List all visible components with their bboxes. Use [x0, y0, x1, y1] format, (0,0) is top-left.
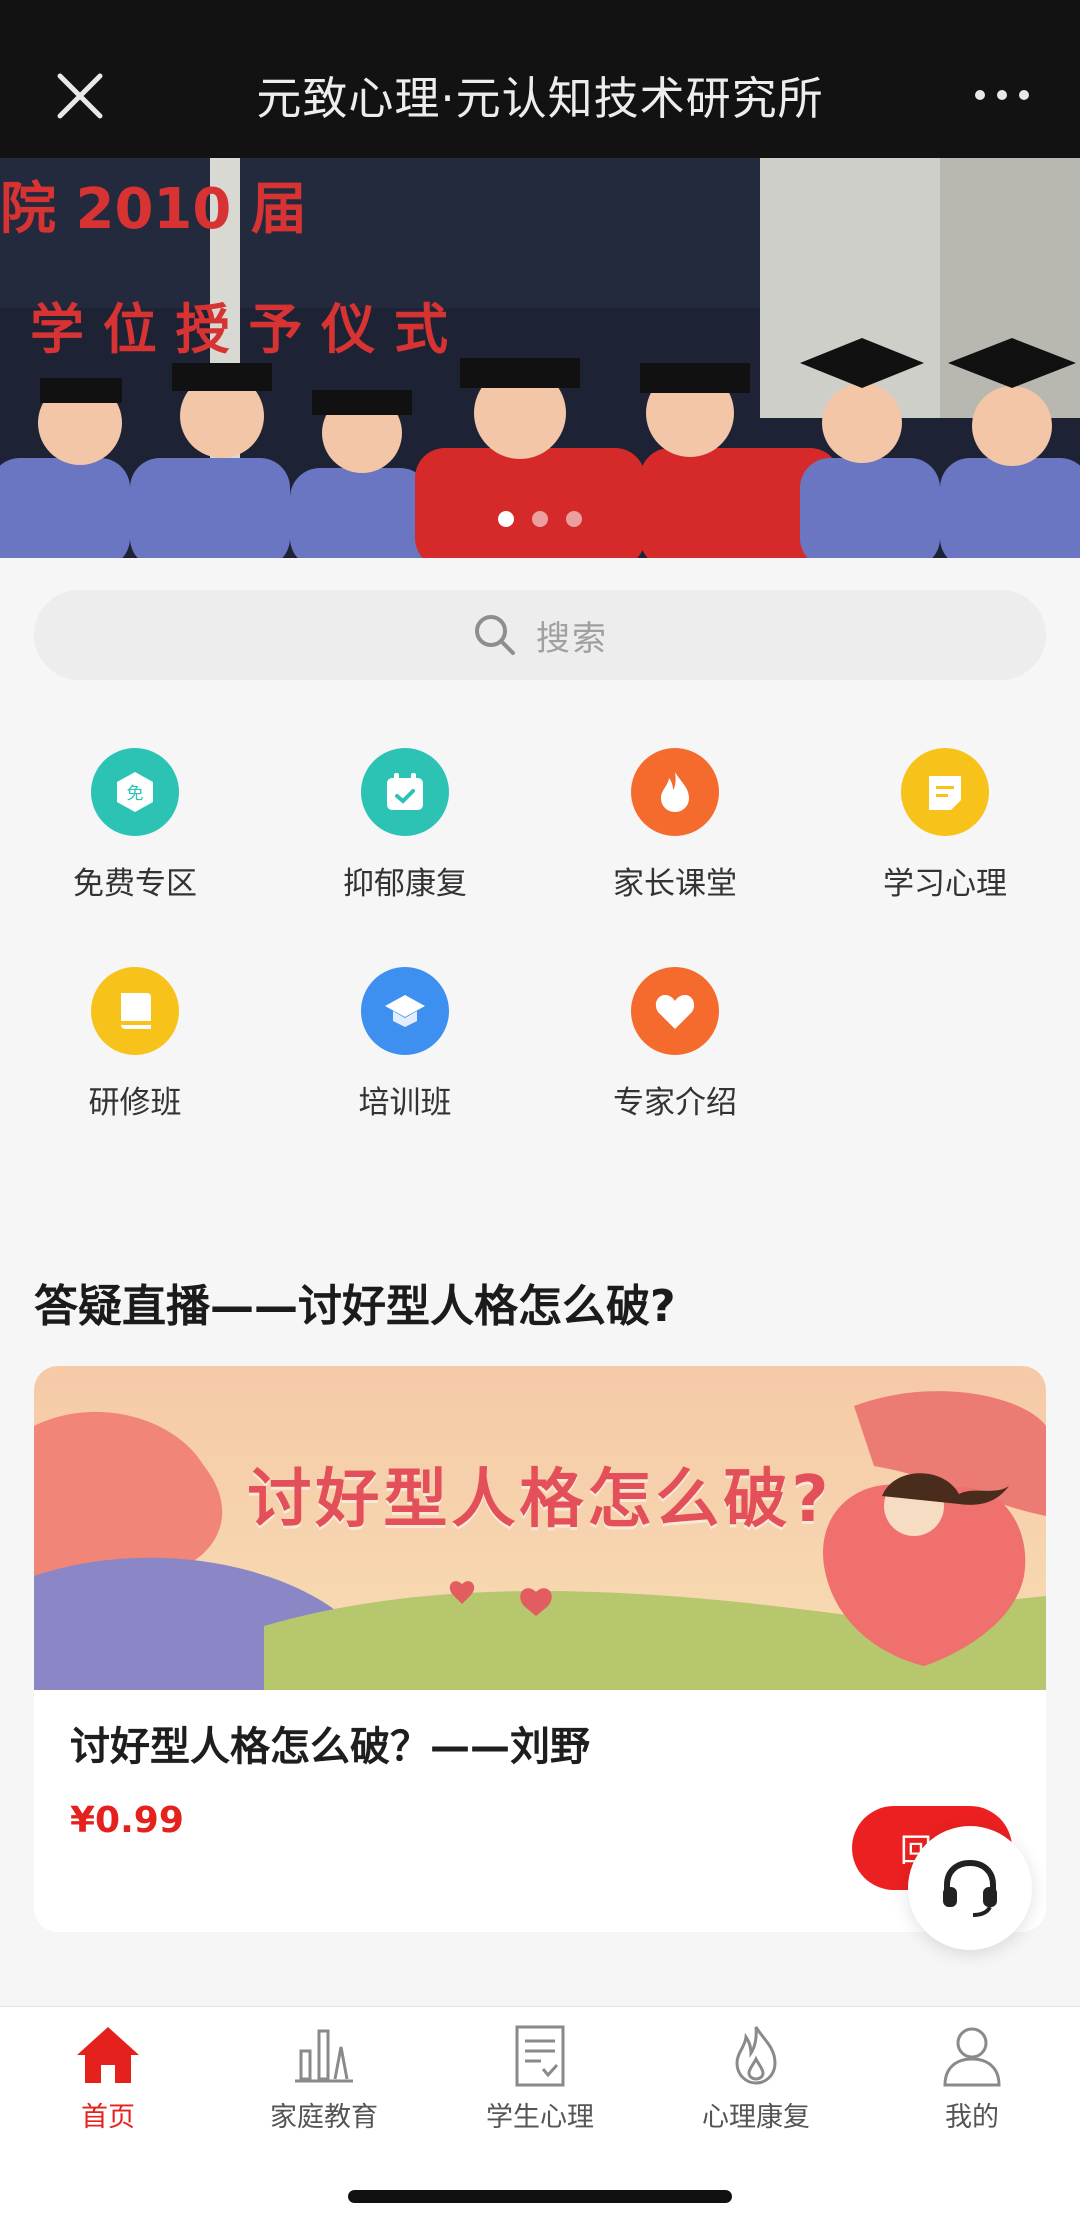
search-bar[interactable]: 搜索	[34, 590, 1046, 680]
category-parent-class[interactable]: 家长课堂	[540, 748, 810, 903]
banner-image: 院 2010 届 学 位 授 予 仪 式	[0, 158, 1080, 558]
tab-family-education[interactable]: 家庭教育	[216, 2007, 432, 2134]
section-title: 答疑直播——讨好型人格怎么破?	[34, 1281, 676, 1332]
carousel-dot[interactable]	[566, 511, 582, 527]
tab-psychological-recovery[interactable]: 心理康复	[648, 2007, 864, 2134]
bar-chart-icon	[295, 2029, 353, 2083]
category-label: 专家介绍	[613, 1085, 737, 1121]
search-placeholder: 搜索	[536, 618, 608, 659]
category-label: 免费专区	[73, 866, 197, 902]
course-cover-image: 讨好型人格怎么破?	[34, 1366, 1046, 1690]
category-depression-recovery[interactable]: 抑郁康复	[270, 748, 540, 903]
more-icon[interactable]	[972, 80, 1032, 110]
search-icon	[475, 615, 515, 655]
home-indicator	[348, 2190, 732, 2203]
home-icon	[77, 2027, 139, 2083]
customer-service-button[interactable]	[908, 1826, 1032, 1950]
tab-label: 我的	[945, 2102, 999, 2133]
navigation-bar: 元致心理·元认知技术研究所	[0, 0, 1080, 158]
category-expert-intro[interactable]: 专家介绍	[540, 967, 810, 1122]
category-learning-psychology[interactable]: 学习心理	[810, 748, 1080, 903]
user-icon	[943, 2027, 1001, 2087]
flame-icon	[631, 748, 719, 836]
tab-home[interactable]: 首页	[0, 2007, 216, 2134]
carousel-indicator	[0, 511, 1080, 527]
category-grid: 免 免费专区 抑郁康复 家长课堂 学习心理 研修班 培训班 专家介绍	[0, 748, 1080, 1122]
tab-label: 心理康复	[702, 2102, 810, 2133]
calendar-check-icon	[361, 748, 449, 836]
category-label: 家长课堂	[613, 866, 737, 902]
tab-student-psychology[interactable]: 学生心理	[432, 2007, 648, 2134]
free-badge-icon: 免	[91, 748, 179, 836]
banner-line-1: 院 2010 届	[0, 177, 307, 242]
flame-outline-icon	[735, 2026, 777, 2085]
banner-line-2: 学 位 授 予 仪 式	[30, 298, 448, 361]
category-free[interactable]: 免 免费专区	[0, 748, 270, 903]
course-title: 讨好型人格怎么破？——刘野	[70, 1724, 590, 1770]
category-label: 研修班	[88, 1085, 182, 1121]
carousel-dot[interactable]	[498, 511, 514, 527]
tab-label: 学生心理	[486, 2102, 594, 2133]
tab-label: 家庭教育	[270, 2102, 378, 2133]
category-label: 抑郁康复	[343, 866, 467, 902]
course-card[interactable]: 讨好型人格怎么破? 讨好型人格怎么破？——刘野 ¥0.99 回看	[34, 1366, 1046, 1932]
course-price: ¥0.99	[70, 1800, 184, 1841]
cover-headline: 讨好型人格怎么破?	[247, 1463, 833, 1537]
heart-icon	[631, 967, 719, 1055]
category-label: 培训班	[358, 1085, 452, 1121]
banner-carousel[interactable]: 院 2010 届 学 位 授 予 仪 式	[0, 158, 1080, 558]
svg-text:免: 免	[127, 784, 144, 804]
category-study-class[interactable]: 研修班	[0, 967, 270, 1122]
category-training-class[interactable]: 培训班	[270, 967, 540, 1122]
tab-label: 首页	[81, 2102, 135, 2133]
category-label: 学习心理	[883, 866, 1007, 902]
carousel-dot[interactable]	[532, 511, 548, 527]
tab-mine[interactable]: 我的	[864, 2007, 1080, 2134]
headset-icon	[943, 1859, 997, 1917]
page-title: 元致心理·元认知技术研究所	[256, 72, 824, 125]
graduation-cap-icon	[361, 967, 449, 1055]
note-icon	[901, 748, 989, 836]
document-icon	[515, 2025, 565, 2087]
book-icon	[91, 967, 179, 1055]
